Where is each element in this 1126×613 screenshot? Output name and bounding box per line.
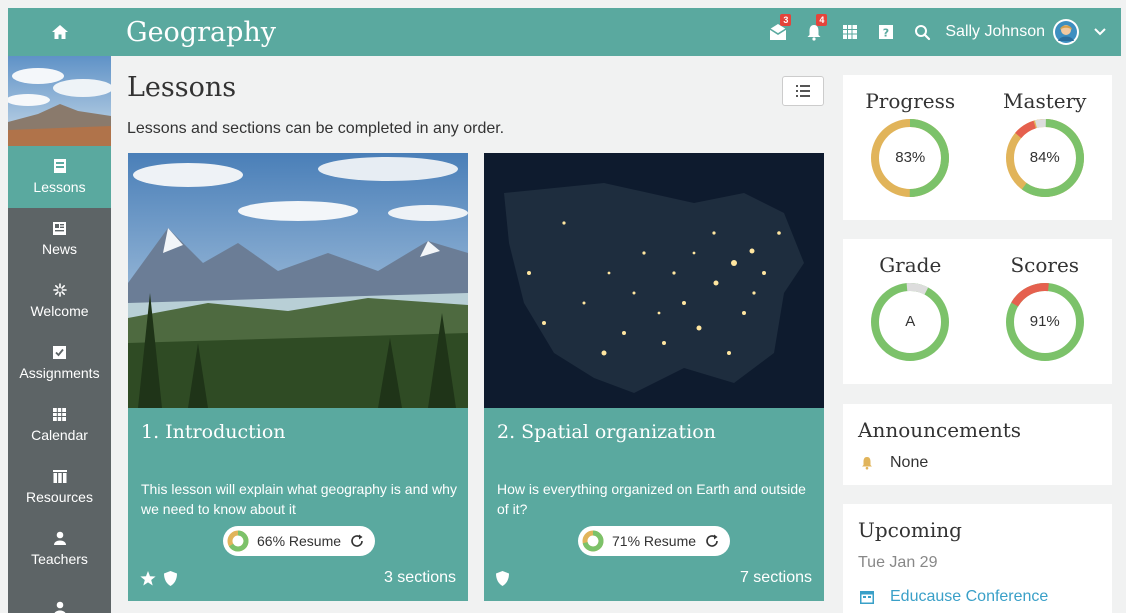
sidebar-item-welcome[interactable]: Welcome [8, 270, 111, 332]
sidebar-item-resources[interactable]: Resources [8, 456, 111, 518]
user-icon [54, 601, 65, 613]
sidebar-item-profile[interactable] [8, 580, 111, 613]
lesson-description: This lesson will explain what geography … [141, 481, 457, 517]
refresh-icon [706, 534, 718, 547]
scores-label: Scores [1010, 253, 1080, 277]
search-button[interactable] [907, 17, 937, 47]
resume-label: 66% Resume [257, 533, 342, 549]
mastery-ring[interactable]: 84% [1004, 117, 1086, 199]
grade-value: A [905, 313, 916, 330]
progress-donut-icon [582, 530, 604, 552]
sidebar-item-calendar[interactable]: Calendar [8, 394, 111, 456]
header-actions: 3 4 ? Sally Johnson [757, 8, 1121, 56]
search-icon [914, 24, 930, 40]
news-icon [53, 221, 66, 235]
list-view-button[interactable] [782, 76, 824, 106]
list-icon [796, 85, 810, 97]
sidebar-item-teachers[interactable]: Teachers [8, 518, 111, 580]
top-bar: Geography 3 4 ? Sally Johnson [8, 8, 1121, 56]
lesson-card[interactable]: 2. Spatial organization How is everythin… [484, 153, 824, 601]
help-icon: ? [879, 25, 894, 40]
mastery-value: 84% [1029, 149, 1060, 166]
upcoming-event-link[interactable]: Educause Conference [860, 588, 1048, 606]
progress-ring[interactable]: 83% [869, 117, 951, 199]
lesson-image-mountains [128, 153, 468, 408]
refresh-icon [351, 534, 363, 547]
announcement-value: None [890, 454, 929, 471]
sidebar-item-label: Welcome [30, 303, 89, 319]
upcoming-title[interactable]: Upcoming [858, 518, 962, 542]
upcoming-event: Educause Conference [890, 588, 1049, 605]
calendar-button[interactable] [835, 17, 865, 47]
teachers-icon [53, 531, 66, 545]
progress-label: Progress [865, 89, 956, 113]
resume-button[interactable]: 71% Resume [578, 526, 731, 556]
announcement-row: None [860, 454, 928, 472]
bell-icon [862, 457, 872, 470]
section-count: 7 sections [739, 569, 812, 586]
lesson-footer: 3 sections [140, 569, 456, 587]
lesson-title[interactable]: 2. Spatial organization [497, 421, 716, 443]
lessons-icon [53, 159, 66, 173]
lesson-footer: 7 sections [496, 569, 812, 587]
sidebar-item-label: Lessons [33, 179, 86, 195]
sidebar-item-lessons[interactable]: Lessons [8, 146, 111, 208]
main-content: Lessons Lessons and sections can be comp… [111, 56, 826, 613]
upcoming-date: Tue Jan 29 [858, 554, 938, 571]
sidebar-item-label: News [41, 240, 77, 257]
grade-scores-widget: Grade A Scores 91% [843, 239, 1112, 384]
app-title: Geography [126, 17, 277, 48]
progress-mastery-widget: Progress 83% Mastery 84% [843, 75, 1112, 220]
announcements-widget: Announcements None [843, 404, 1112, 485]
messages-button[interactable]: 3 [763, 14, 793, 47]
progress-donut-icon [227, 530, 249, 552]
progress-value: 83% [895, 149, 926, 166]
section-count: 3 sections [383, 569, 456, 586]
upcoming-widget: Upcoming Tue Jan 29 Educause Conference [843, 504, 1112, 613]
avatar-icon [1055, 21, 1077, 43]
event-calendar-icon [860, 591, 874, 604]
notifications-button[interactable]: 4 [799, 14, 829, 47]
notifications-badge: 4 [816, 14, 828, 26]
star-icon [140, 570, 156, 585]
page-subtitle: Lessons and sections can be completed in… [127, 120, 505, 137]
welcome-icon [52, 283, 67, 297]
home-button[interactable] [8, 8, 111, 56]
sidebar-item-label: Resources [26, 488, 93, 505]
grade-ring[interactable]: A [869, 281, 951, 363]
calendar-grid-icon [843, 25, 858, 39]
grade-label: Grade [879, 253, 942, 277]
calendar-icon [53, 407, 66, 421]
resume-label: 71% Resume [612, 533, 697, 549]
sidebar-item-label: Assignments [19, 364, 100, 381]
course-cover-image [8, 56, 111, 146]
messages-badge: 3 [780, 14, 792, 26]
lesson-image-night-lights [484, 153, 824, 408]
sidebar-item-label: Teachers [31, 551, 88, 567]
chevron-down-icon [1094, 28, 1106, 36]
home-icon [51, 25, 68, 39]
assignments-icon [53, 345, 66, 359]
svg-text:?: ? [883, 27, 889, 40]
lesson-title[interactable]: 1. Introduction [141, 421, 286, 443]
user-menu-toggle[interactable] [1085, 17, 1115, 47]
resume-button[interactable]: 66% Resume [223, 526, 376, 556]
shield-icon [496, 570, 509, 586]
shield-icon [164, 570, 177, 586]
sidebar-item-news[interactable]: News [8, 208, 111, 270]
scores-ring[interactable]: 91% [1004, 281, 1086, 363]
sidebar-item-assignments[interactable]: Assignments [8, 332, 111, 394]
announcements-title[interactable]: Announcements [858, 418, 1021, 442]
help-button[interactable]: ? [871, 17, 901, 47]
sidebar-item-label: Calendar [31, 426, 88, 443]
page-title: Lessons [127, 72, 237, 103]
mastery-label: Mastery [1003, 89, 1087, 113]
scores-value: 91% [1029, 313, 1060, 330]
avatar[interactable] [1053, 19, 1079, 45]
lesson-card[interactable]: 1. Introduction This lesson will explain… [128, 153, 468, 601]
resources-icon [52, 469, 67, 483]
lesson-description: How is everything organized on Earth and… [497, 481, 806, 517]
sidebar: Lessons News Welcome Assignments Calenda… [8, 56, 111, 613]
user-name[interactable]: Sally Johnson [945, 23, 1045, 41]
